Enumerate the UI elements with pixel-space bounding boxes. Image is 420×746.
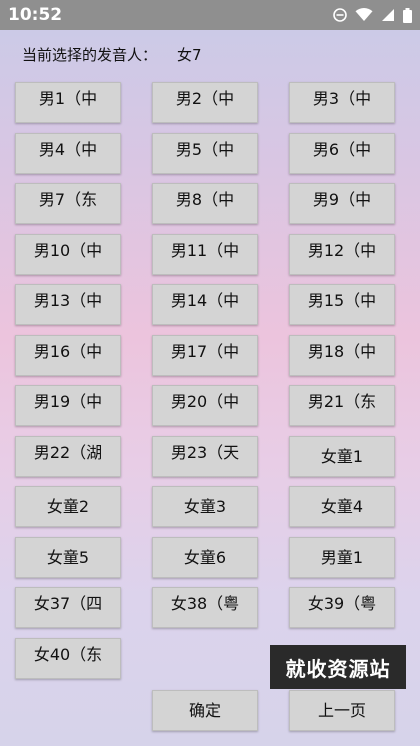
voice-button[interactable]: 男21（东	[289, 385, 395, 426]
voice-button[interactable]: 男20（中	[152, 385, 258, 426]
voice-button-label: 男23（天	[170, 443, 240, 462]
voice-button-label: 男12（中	[307, 241, 377, 260]
current-speaker-value: 女7	[177, 46, 202, 64]
voice-button[interactable]: 男16（中	[15, 335, 121, 376]
confirm-button[interactable]: 确定	[152, 690, 258, 731]
voice-button[interactable]: 男4（中	[15, 133, 121, 174]
voice-button-label: 男9（中	[312, 190, 372, 209]
voice-button-label: 男22（湖	[33, 443, 103, 462]
voice-button[interactable]: 女40（东	[15, 638, 121, 679]
dnd-icon	[333, 8, 347, 22]
confirm-button-label: 确定	[188, 700, 221, 720]
voice-button-label: 男14（中	[170, 291, 240, 310]
voice-button[interactable]: 男11（中	[152, 234, 258, 275]
voice-button-label: 男2（中	[175, 89, 235, 108]
current-speaker-label: 当前选择的发音人：	[22, 46, 158, 64]
voice-button-label: 男17（中	[170, 342, 240, 361]
voice-button[interactable]: 男14（中	[152, 284, 258, 325]
watermark: 就收资源站	[270, 645, 406, 689]
voice-button-label: 男5（中	[175, 140, 235, 159]
voice-button[interactable]: 女童6	[152, 537, 258, 578]
voice-button[interactable]: 女童4	[289, 486, 395, 527]
voice-button[interactable]: 男9（中	[289, 183, 395, 224]
voice-button-label: 男19（中	[33, 392, 103, 411]
voice-button[interactable]: 男8（中	[152, 183, 258, 224]
voice-button-label: 男3（中	[312, 89, 372, 108]
voice-button-label: 男6（中	[312, 140, 372, 159]
prev-page-button-label: 上一页	[317, 700, 366, 720]
current-speaker: 当前选择的发音人： 女7	[22, 44, 202, 65]
voice-button-label: 女38（粤	[170, 594, 240, 613]
voice-button[interactable]: 男1（中	[15, 82, 121, 123]
voice-button[interactable]: 女童3	[152, 486, 258, 527]
status-icons	[333, 7, 412, 23]
voice-button-label: 女童2	[46, 496, 90, 516]
battery-icon	[403, 7, 412, 23]
voice-button[interactable]: 女童5	[15, 537, 121, 578]
voice-button[interactable]: 女39（粤	[289, 587, 395, 628]
voice-button-label: 女39（粤	[307, 594, 377, 613]
voice-button[interactable]: 男15（中	[289, 284, 395, 325]
voice-button[interactable]: 女童2	[15, 486, 121, 527]
voice-button-label: 女37（四	[33, 594, 103, 613]
voice-button[interactable]: 男5（中	[152, 133, 258, 174]
voice-button-label: 女童6	[183, 547, 227, 567]
voice-button-label: 女童3	[183, 496, 227, 516]
voice-button-label: 男10（中	[33, 241, 103, 260]
voice-button-label: 女童1	[320, 446, 364, 466]
voice-button-label: 男童1	[320, 547, 364, 567]
signal-icon	[382, 9, 394, 21]
voice-button-label: 男4（中	[38, 140, 98, 159]
voice-button[interactable]: 男17（中	[152, 335, 258, 376]
voice-button-label: 男16（中	[33, 342, 103, 361]
voice-button[interactable]: 男19（中	[15, 385, 121, 426]
voice-button-label: 女40（东	[33, 645, 103, 664]
status-bar: 10:52	[0, 0, 420, 30]
voice-button[interactable]: 女38（粤	[152, 587, 258, 628]
voice-button[interactable]: 女37（四	[15, 587, 121, 628]
voice-button-label: 男11（中	[170, 241, 240, 260]
voice-button[interactable]: 男13（中	[15, 284, 121, 325]
voice-button-label: 男21（东	[307, 392, 377, 411]
voice-button-label: 男7（东	[38, 190, 98, 209]
voice-button-label: 男15（中	[307, 291, 377, 310]
voice-button[interactable]: 女童1	[289, 436, 395, 477]
voice-button[interactable]: 男23（天	[152, 436, 258, 477]
voice-button-label: 女童5	[46, 547, 90, 567]
voice-button-label: 女童4	[320, 496, 364, 516]
voice-button[interactable]: 男童1	[289, 537, 395, 578]
prev-page-button[interactable]: 上一页	[289, 690, 395, 731]
voice-button-label: 男18（中	[307, 342, 377, 361]
voice-button-label: 男8（中	[175, 190, 235, 209]
voice-button[interactable]: 男3（中	[289, 82, 395, 123]
status-time: 10:52	[8, 5, 63, 25]
voice-button[interactable]: 男2（中	[152, 82, 258, 123]
voice-button[interactable]: 男6（中	[289, 133, 395, 174]
voice-button[interactable]: 男10（中	[15, 234, 121, 275]
voice-button-label: 男1（中	[38, 89, 98, 108]
voice-button-label: 男13（中	[33, 291, 103, 310]
voice-button[interactable]: 男18（中	[289, 335, 395, 376]
wifi-icon	[355, 8, 373, 21]
voice-button-label: 男20（中	[170, 392, 240, 411]
voice-button[interactable]: 男12（中	[289, 234, 395, 275]
voice-button[interactable]: 男7（东	[15, 183, 121, 224]
voice-button[interactable]: 男22（湖	[15, 436, 121, 477]
